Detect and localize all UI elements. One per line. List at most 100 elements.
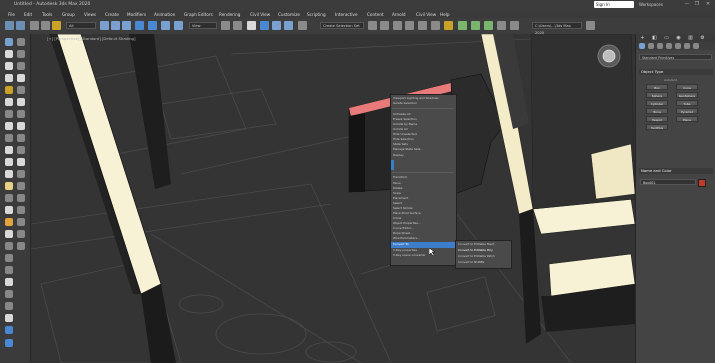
compound-tool-icon[interactable]	[5, 314, 13, 322]
lightbulb-tool-icon[interactable]	[5, 218, 13, 226]
snaps-toggle-icon[interactable]	[247, 21, 256, 30]
select-object-icon[interactable]	[100, 21, 109, 30]
menu-file[interactable]: File	[8, 12, 15, 17]
torus-button[interactable]: Torus	[646, 108, 668, 114]
workspaces-dropdown[interactable]: Workspaces	[639, 2, 663, 7]
modify-tab-icon[interactable]: ◧	[650, 34, 659, 42]
plane-tool-icon[interactable]	[17, 50, 25, 58]
cylinder-button[interactable]: Cylinder	[646, 100, 668, 106]
biped-tool-icon[interactable]	[5, 278, 13, 286]
menu-help[interactable]: Help	[440, 12, 450, 17]
select-and-place-icon[interactable]	[174, 21, 183, 30]
cone-tool-icon[interactable]	[5, 98, 13, 106]
material-editor-icon[interactable]	[444, 21, 453, 30]
a360-gallery-icon[interactable]	[510, 21, 519, 30]
hierarchy-tab-icon[interactable]: ▭	[662, 34, 671, 42]
chamfer-box-tool-icon[interactable]	[5, 170, 13, 178]
link-icon[interactable]	[30, 21, 39, 30]
tube-tool-icon[interactable]	[5, 122, 13, 130]
spacewarps-category-icon[interactable]	[684, 43, 690, 49]
plane-button[interactable]: Plane	[676, 116, 698, 122]
select-manipulate-icon[interactable]	[233, 21, 242, 30]
menu-group[interactable]: Group	[62, 12, 75, 17]
render-in-cloud-icon[interactable]	[497, 21, 506, 30]
select-tool-icon[interactable]	[5, 38, 13, 46]
project-folder-icon[interactable]	[586, 21, 595, 30]
submenu-convert-to-editable-patch[interactable]: Convert to Editable Patch	[458, 254, 511, 259]
menu-rendering[interactable]: Rendering	[219, 12, 240, 17]
railing-tool-icon[interactable]	[17, 206, 25, 214]
spline-tool-icon[interactable]	[5, 110, 13, 118]
object-name-input[interactable]: Box001	[640, 179, 696, 185]
menu-views[interactable]: Views	[84, 12, 96, 17]
shapes-category-icon[interactable]	[648, 43, 654, 49]
display-tab-icon[interactable]: ▥	[686, 34, 695, 42]
pyramid-tool-icon[interactable]	[5, 134, 13, 142]
menu-graph-editors[interactable]: Graph Editors	[184, 12, 213, 17]
dummy-tool-icon[interactable]	[17, 74, 25, 82]
close-icon[interactable]: ✕	[704, 1, 712, 8]
menu-item-vray-scene-converter[interactable]: V-Ray scene converter	[393, 253, 453, 258]
vray-light-tool-icon[interactable]	[5, 339, 13, 347]
toggle-scene-explorer-icon[interactable]	[393, 21, 402, 30]
pivot-center-icon[interactable]	[221, 21, 230, 30]
menu-item-manage-state-sets[interactable]: Manage State Sets...	[393, 147, 453, 152]
submenu-convert-to-editable-mesh[interactable]: Convert to Editable Mesh	[458, 242, 511, 247]
wall-tool-icon[interactable]	[17, 218, 25, 226]
perspective-viewport[interactable]: [+] [Perspective] [Standard] [Default Sh…	[31, 34, 635, 363]
maximize-icon[interactable]: ❐	[693, 1, 701, 8]
menu-civil-view[interactable]: Civil View	[250, 12, 270, 17]
select-by-name-icon[interactable]	[111, 21, 120, 30]
rectangular-selection-icon[interactable]	[122, 21, 131, 30]
object-color-swatch[interactable]	[698, 179, 706, 187]
bone-tool-icon[interactable]	[5, 266, 13, 274]
cursor-tool-icon[interactable]	[17, 38, 25, 46]
menu-item-convert-to[interactable]: Convert To:	[393, 242, 453, 247]
spindle-tool-icon[interactable]	[17, 158, 25, 166]
tube-button[interactable]: Tube	[676, 100, 698, 106]
spinner-snap-icon[interactable]	[284, 21, 293, 30]
menu-item-wire-parameters[interactable]: Wire Parameters...	[393, 236, 453, 241]
particle-tool-icon[interactable]	[17, 230, 25, 238]
minimize-icon[interactable]: —	[683, 1, 691, 8]
create-tab-icon[interactable]: +	[638, 34, 647, 42]
capsule-tool-icon[interactable]	[5, 158, 13, 166]
edit-named-selection-icon[interactable]	[298, 21, 307, 30]
menu-create[interactable]: Create	[105, 12, 119, 17]
helper-tool-icon[interactable]	[5, 242, 13, 250]
select-and-scale-icon[interactable]	[161, 21, 170, 30]
mirror-icon[interactable]	[368, 21, 377, 30]
utilities-tab-icon[interactable]: ⚙	[698, 34, 707, 42]
curve-editor-icon[interactable]	[418, 21, 427, 30]
grid-tool-icon[interactable]	[17, 62, 25, 70]
systems-category-icon[interactable]	[693, 43, 699, 49]
align-icon[interactable]	[380, 21, 389, 30]
window-tool-icon[interactable]	[17, 194, 25, 202]
menu-item-isolate-selection[interactable]: Isolate Selection	[393, 101, 453, 106]
cameras-category-icon[interactable]	[666, 43, 672, 49]
geosphere-button[interactable]: GeoSphere	[676, 92, 698, 98]
menu-modifiers[interactable]: Modifiers	[127, 12, 146, 17]
menu-customize[interactable]: Customize	[278, 12, 300, 17]
select-and-move-icon[interactable]	[135, 21, 144, 30]
create-selection-set-dropdown[interactable]: Create Selection Set	[320, 22, 364, 29]
render-setup-icon[interactable]	[458, 21, 467, 30]
hedra-tool-icon[interactable]	[5, 146, 13, 154]
menu-arnold[interactable]: Arnold	[392, 12, 406, 17]
menu-content[interactable]: Content	[367, 12, 384, 17]
primitive-category-dropdown[interactable]: Standard Primitives	[639, 54, 712, 60]
percent-snap-icon[interactable]	[272, 21, 281, 30]
door-tool-icon[interactable]	[5, 194, 13, 202]
render-production-icon[interactable]	[484, 21, 493, 30]
menu-tools[interactable]: Tools	[42, 12, 52, 17]
box-tool-icon[interactable]	[5, 50, 13, 58]
cylinder-tool-icon[interactable]	[5, 74, 13, 82]
torus-tool-icon[interactable]	[17, 98, 25, 106]
pyramid-button[interactable]: Pyramid	[676, 108, 698, 114]
box-button[interactable]: Box	[646, 84, 668, 90]
menu-interactive[interactable]: Interactive	[335, 12, 358, 17]
geosphere-tool-icon[interactable]	[17, 134, 25, 142]
teapot-button[interactable]: Teapot	[646, 116, 668, 122]
cone-button[interactable]: Cone	[676, 84, 698, 90]
rendered-frame-window-icon[interactable]	[471, 21, 480, 30]
